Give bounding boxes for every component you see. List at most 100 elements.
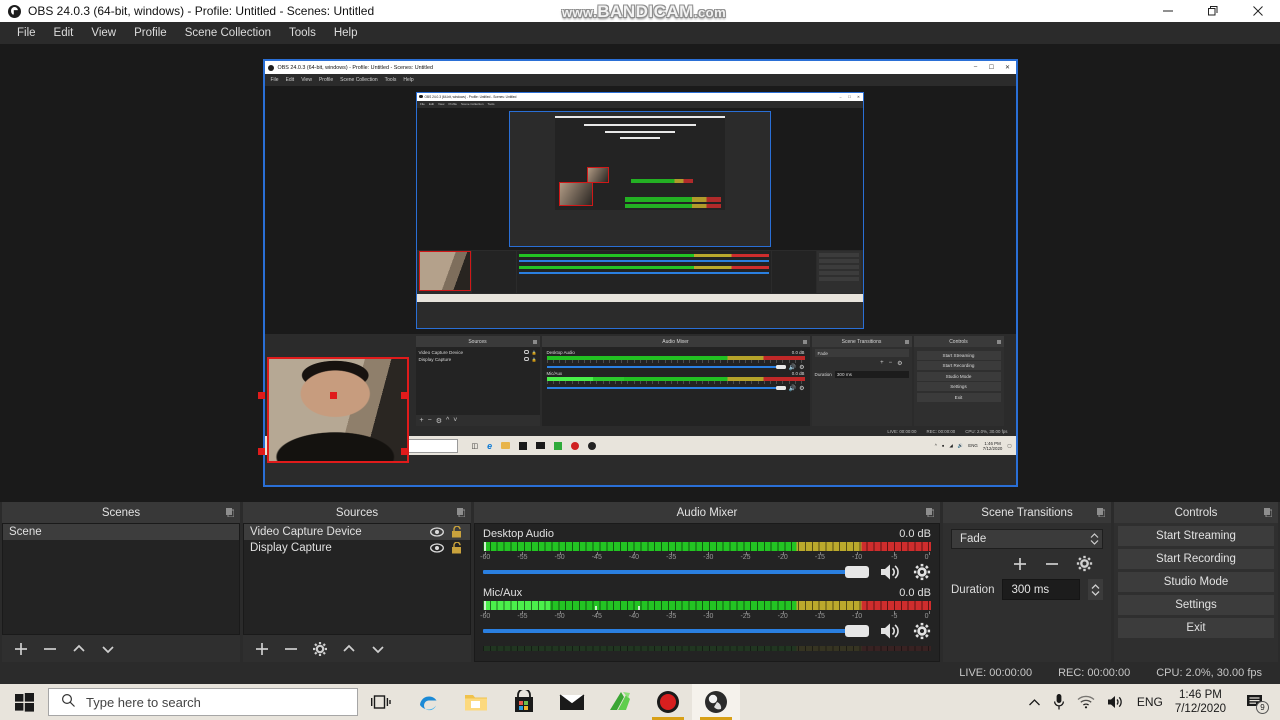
pin-icon[interactable] xyxy=(1097,508,1105,517)
resize-handle-n[interactable] xyxy=(329,392,337,399)
move-up-icon[interactable] xyxy=(341,641,357,657)
scale-label: -40 xyxy=(628,554,640,561)
menu-scene-collection[interactable]: Scene Collection xyxy=(176,24,280,42)
source-list-item[interactable]: Display Capture xyxy=(244,540,470,556)
remove-icon[interactable] xyxy=(283,641,299,657)
properties-gear-icon: ⚙ xyxy=(435,417,442,425)
audio-mixer-panel: Audio Mixer Desktop Audio 0.0 dB -60 -55… xyxy=(474,502,940,662)
add-icon[interactable] xyxy=(13,641,29,657)
search-input[interactable]: Type here to search xyxy=(48,688,358,716)
fader-track[interactable] xyxy=(483,566,869,578)
transition-select[interactable]: Fade xyxy=(951,529,1103,549)
minimize-icon[interactable] xyxy=(1145,0,1190,22)
obs-logo-icon xyxy=(8,4,21,18)
fader-track[interactable] xyxy=(483,625,869,637)
fader-knob[interactable] xyxy=(845,566,869,578)
duration-stepper[interactable] xyxy=(1088,579,1103,600)
gear-icon[interactable] xyxy=(913,563,931,581)
settings-button[interactable]: Settings xyxy=(1118,595,1274,615)
start-recording-button[interactable]: Start Recording xyxy=(1118,549,1274,569)
start-streaming-button[interactable]: Start Streaming xyxy=(1118,526,1274,546)
scenes-list[interactable]: Scene xyxy=(2,523,240,635)
duration-input[interactable]: 300 ms xyxy=(1002,579,1080,600)
sources-list[interactable]: Video Capture Device Display Capture xyxy=(243,523,471,635)
microsoft-store-icon[interactable] xyxy=(500,684,548,720)
pin-icon[interactable] xyxy=(457,508,465,517)
remove-icon[interactable] xyxy=(42,641,58,657)
source-label: Video Capture Device xyxy=(418,350,464,355)
file-explorer-icon[interactable] xyxy=(452,684,500,720)
add-icon[interactable] xyxy=(1012,556,1028,572)
resize-handle-nw[interactable] xyxy=(258,392,265,399)
resize-handle-e[interactable] xyxy=(401,447,408,455)
scale-label: -45 xyxy=(591,554,602,561)
menu-profile[interactable]: Profile xyxy=(125,24,176,42)
channel-name: Mic/Aux xyxy=(483,587,523,599)
scene-list-item[interactable]: Scene xyxy=(3,524,239,540)
unlock-icon[interactable] xyxy=(451,526,462,538)
speaker-icon: 🔊 xyxy=(788,364,797,371)
bandicam-icon xyxy=(554,441,563,450)
wifi-icon[interactable] xyxy=(1077,695,1095,709)
pin-icon[interactable] xyxy=(226,508,234,517)
close-icon[interactable] xyxy=(1235,0,1280,22)
list-item: Display Capture 🔒 xyxy=(419,356,537,363)
recursive-window-level-3 xyxy=(555,115,725,210)
menu-tools[interactable]: Tools xyxy=(280,24,325,42)
task-view-icon[interactable] xyxy=(358,684,404,720)
add-icon[interactable] xyxy=(254,641,270,657)
microphone-icon[interactable] xyxy=(1053,693,1065,711)
scale-label: -60 xyxy=(480,613,491,620)
pin-icon[interactable] xyxy=(1264,508,1272,517)
edge-icon[interactable] xyxy=(404,684,452,720)
properties-gear-icon[interactable] xyxy=(312,641,328,657)
menu-edit[interactable]: Edit xyxy=(45,24,83,42)
fader-knob[interactable] xyxy=(845,625,869,637)
chevron-updown-icon[interactable] xyxy=(1089,531,1100,547)
notification-icon[interactable]: 9 xyxy=(1238,684,1272,720)
menu-help[interactable]: Help xyxy=(325,24,367,42)
move-down-icon[interactable] xyxy=(370,641,386,657)
volume-fader-desktop[interactable] xyxy=(483,563,931,581)
preview-canvas[interactable]: OBS 24.0.3 (64-bit, windows) - Profile: … xyxy=(0,44,1280,502)
resize-handle-ne[interactable] xyxy=(401,392,408,399)
clock[interactable]: 1:46 PM 7/12/2020 xyxy=(1175,688,1226,716)
bandicam-icon[interactable] xyxy=(596,684,644,720)
channel-name: Mic/Aux xyxy=(546,371,563,376)
speaker-icon[interactable] xyxy=(880,622,902,640)
control-button xyxy=(819,270,859,275)
recorder-icon[interactable] xyxy=(644,684,692,720)
eye-icon[interactable] xyxy=(430,527,444,537)
obs-icon[interactable] xyxy=(692,684,740,720)
audio-mixer-body[interactable]: Desktop Audio 0.0 dB -60 -55 -50 -45 -40… xyxy=(474,523,940,662)
mail-icon[interactable] xyxy=(548,684,596,720)
gear-icon[interactable] xyxy=(913,622,931,640)
pin-icon[interactable] xyxy=(926,508,934,517)
nested-tray: ^ ● ◢ 🔊 ENG 1:46 PM 7/12/2020 ▢ xyxy=(935,441,1012,451)
menu-file[interactable]: File xyxy=(8,24,45,42)
resize-handle-w[interactable] xyxy=(258,447,265,455)
eye-icon[interactable] xyxy=(430,543,444,553)
duration-row: Duration 300 ms xyxy=(943,572,1111,600)
gear-icon[interactable] xyxy=(1076,555,1093,572)
language-indicator[interactable]: ENG xyxy=(1137,695,1163,709)
audio-mixer-header: Audio Mixer xyxy=(474,502,940,523)
restore-icon[interactable] xyxy=(1190,0,1235,22)
remove-icon[interactable] xyxy=(1044,556,1060,572)
source-list-item[interactable]: Video Capture Device xyxy=(244,524,470,540)
windows-start-icon[interactable] xyxy=(0,684,48,720)
studio-mode-button[interactable]: Studio Mode xyxy=(1118,572,1274,592)
scale-label: -10 xyxy=(852,554,863,561)
speaker-icon[interactable] xyxy=(880,563,902,581)
menu-view[interactable]: View xyxy=(82,24,125,42)
panel-title: Scene Transitions xyxy=(841,338,882,345)
exit-button[interactable]: Exit xyxy=(1118,618,1274,638)
move-down-icon[interactable] xyxy=(100,641,116,657)
list-item: Video Capture Device 🔒 xyxy=(419,349,537,356)
volume-fader-mic[interactable] xyxy=(483,622,931,640)
chevron-up-icon[interactable] xyxy=(1028,698,1041,707)
move-up-icon[interactable] xyxy=(71,641,87,657)
volume-icon[interactable] xyxy=(1107,694,1125,710)
unlock-icon[interactable] xyxy=(451,542,462,554)
obs-main-window: OBS 24.0.3 (64-bit, windows) - Profile: … xyxy=(0,0,1280,684)
